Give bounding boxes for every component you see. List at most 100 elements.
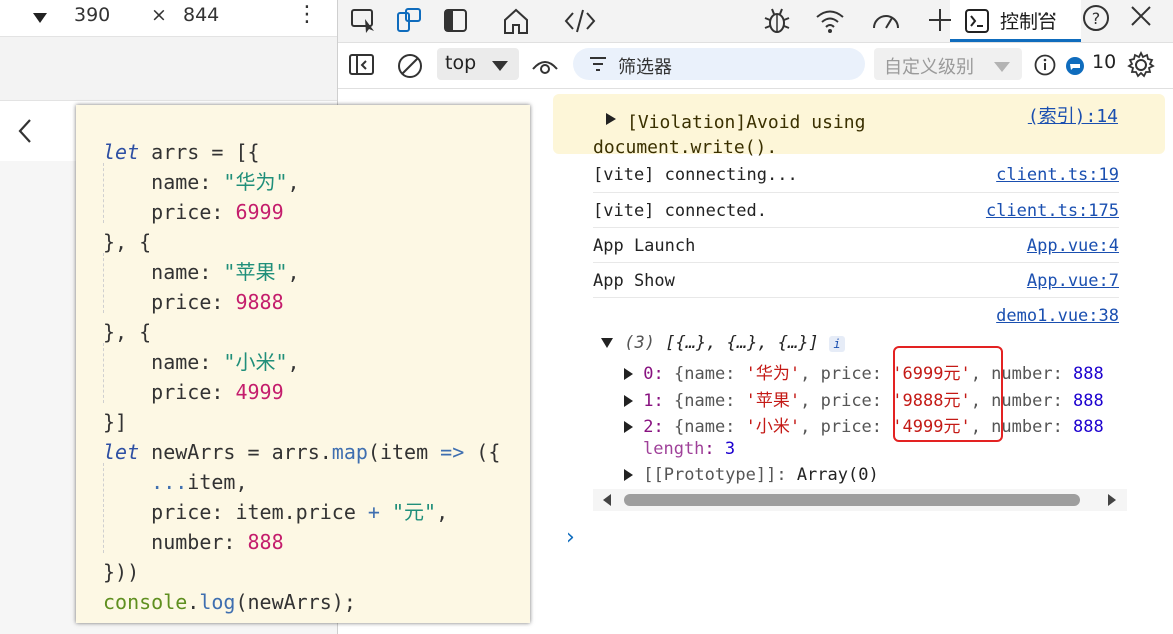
live-expression-eye-icon[interactable] bbox=[531, 55, 559, 77]
bug-icon[interactable] bbox=[762, 6, 792, 36]
log-row: App Show App.vue:7 bbox=[593, 271, 1119, 291]
scroll-left-icon[interactable] bbox=[603, 494, 611, 506]
tab-console[interactable]: 控制台 bbox=[950, 0, 1081, 42]
code-line: name: "苹果", bbox=[103, 260, 300, 284]
item-name: '华为' bbox=[745, 364, 801, 384]
code-line: number: 888 bbox=[103, 530, 284, 554]
expand-arrow-icon[interactable] bbox=[623, 469, 633, 481]
chevron-down-icon bbox=[492, 61, 508, 71]
clear-console-icon[interactable] bbox=[396, 52, 424, 80]
device-ruler-strip bbox=[0, 37, 337, 101]
log-text: App Show bbox=[593, 271, 675, 291]
warning-line1: [Violation]Avoid using bbox=[627, 112, 866, 133]
info-icon[interactable] bbox=[1034, 54, 1056, 76]
array-length-row: length: 3 bbox=[643, 439, 736, 459]
filter-placeholder: 筛选器 bbox=[618, 57, 672, 78]
scrollbar-thumb[interactable] bbox=[624, 494, 1080, 506]
filter-input[interactable]: 筛选器 bbox=[573, 48, 865, 80]
code-line: name: "华为", bbox=[103, 170, 300, 194]
back-arrow-icon[interactable] bbox=[17, 118, 33, 144]
warning-text: [Violation]Avoid using document.write(). bbox=[593, 110, 865, 160]
log-source-link[interactable]: App.vue:4 bbox=[1027, 236, 1119, 256]
prototype-value: Array(0) bbox=[796, 465, 879, 485]
item-number: 888 bbox=[1073, 391, 1104, 411]
device-width-value[interactable]: 390 bbox=[74, 4, 110, 26]
info-badge-icon[interactable]: i bbox=[829, 336, 845, 352]
log-text: [vite] connected. bbox=[593, 201, 767, 221]
log-text: App Launch bbox=[593, 236, 696, 256]
expand-arrow-icon[interactable] bbox=[623, 421, 633, 433]
price-highlight-box bbox=[893, 346, 1003, 442]
console-toolbar: top 筛选器 自定义级别 10 bbox=[338, 43, 1173, 89]
devtools-tab-bar: 控制台 ⋯ ? bbox=[338, 0, 1173, 43]
close-devtools-icon[interactable] bbox=[1129, 4, 1153, 28]
array-item-row[interactable]: 1: {name: '苹果', price: '9888元', number: … bbox=[623, 386, 1104, 411]
row-divider bbox=[593, 262, 1119, 263]
collapse-arrow-icon[interactable] bbox=[600, 337, 614, 349]
device-height-value[interactable]: 844 bbox=[183, 4, 219, 26]
item-index: 2 bbox=[643, 417, 654, 437]
array-summary-row[interactable]: (3) [{…}, {…}, {…}] i bbox=[600, 333, 845, 353]
console-prompt-icon[interactable]: › bbox=[566, 525, 575, 550]
log-source-link[interactable]: client.ts:175 bbox=[986, 201, 1119, 221]
wifi-icon[interactable] bbox=[814, 6, 846, 36]
log-source-link[interactable]: demo1.vue:38 bbox=[996, 306, 1119, 326]
chevron-down-icon bbox=[994, 62, 1010, 72]
array-summary: [{…}, {…}, {…}] bbox=[665, 333, 819, 353]
code-line: console.log(newArrs); bbox=[103, 590, 356, 614]
elements-code-icon[interactable] bbox=[563, 7, 597, 35]
log-row: [vite] connected. client.ts:175 bbox=[593, 201, 1119, 221]
scroll-right-icon[interactable] bbox=[1108, 494, 1116, 506]
prototype-row[interactable]: [[Prototype]]: Array(0) bbox=[623, 465, 879, 485]
inspect-element-icon[interactable] bbox=[350, 8, 378, 34]
log-source-link[interactable]: client.ts:19 bbox=[996, 165, 1119, 185]
horizontal-scrollbar[interactable] bbox=[593, 489, 1127, 511]
item-number: 888 bbox=[1073, 417, 1104, 437]
item-name: '苹果' bbox=[745, 391, 801, 411]
help-icon[interactable]: ? bbox=[1082, 4, 1110, 32]
expand-arrow-icon[interactable] bbox=[623, 368, 633, 380]
settings-gear-icon[interactable] bbox=[1127, 51, 1155, 79]
more-options-icon[interactable]: ⋮ bbox=[296, 2, 318, 27]
warning-line2: document.write(). bbox=[593, 137, 778, 158]
add-tab-icon[interactable] bbox=[926, 6, 954, 34]
device-emulation-icon[interactable] bbox=[395, 7, 423, 35]
issue-count[interactable]: 10 bbox=[1092, 51, 1116, 73]
code-snippet: let arrs = [{ name: "华为", price: 6999 },… bbox=[76, 105, 530, 623]
code-line: price: 4999 bbox=[103, 380, 284, 404]
panel-layout-icon[interactable] bbox=[443, 8, 469, 34]
code-line: })) bbox=[103, 560, 140, 584]
item-index: 0 bbox=[643, 364, 654, 384]
home-icon[interactable] bbox=[501, 6, 531, 36]
performance-gauge-icon[interactable] bbox=[870, 6, 902, 36]
item-name: '小米' bbox=[745, 417, 801, 437]
code-line: }, { bbox=[103, 320, 152, 344]
row-divider bbox=[593, 192, 1119, 193]
length-key: length bbox=[643, 439, 705, 459]
item-index: 1 bbox=[643, 391, 654, 411]
context-value: top bbox=[445, 52, 477, 74]
expand-arrow-icon[interactable] bbox=[623, 395, 633, 407]
context-selector[interactable]: top bbox=[437, 48, 519, 80]
svg-text:?: ? bbox=[1092, 9, 1101, 28]
row-divider bbox=[593, 297, 1119, 298]
warning-source-link[interactable]: (索引):14 bbox=[1028, 102, 1118, 128]
sidebar-toggle-icon[interactable] bbox=[348, 53, 376, 77]
device-dropdown-icon[interactable] bbox=[33, 13, 47, 23]
more-tools-icon[interactable]: ⋯ bbox=[1036, 2, 1058, 27]
log-row: App Launch App.vue:4 bbox=[593, 236, 1119, 256]
length-value: 3 bbox=[724, 439, 736, 459]
array-item-row[interactable]: 0: {name: '华为', price: '6999元', number: … bbox=[623, 359, 1104, 384]
code-line: let arrs = [{ bbox=[103, 140, 260, 164]
violation-warning: [Violation]Avoid using document.write().… bbox=[553, 94, 1165, 158]
log-level-label: 自定义级别 bbox=[884, 57, 974, 78]
messages-badge-icon[interactable] bbox=[1065, 56, 1085, 76]
code-line: }, { bbox=[103, 230, 152, 254]
log-level-selector[interactable]: 自定义级别 bbox=[874, 48, 1022, 80]
array-item-row[interactable]: 2: {name: '小米', price: '4999元', number: … bbox=[623, 412, 1104, 437]
console-messages: [Violation]Avoid using document.write().… bbox=[553, 89, 1173, 634]
prototype-key: [[Prototype]] bbox=[643, 465, 777, 485]
log-source-link[interactable]: App.vue:7 bbox=[1027, 271, 1119, 291]
log-row: [vite] connecting... client.ts:19 bbox=[593, 165, 1119, 185]
code-line: price: 9888 bbox=[103, 290, 284, 314]
